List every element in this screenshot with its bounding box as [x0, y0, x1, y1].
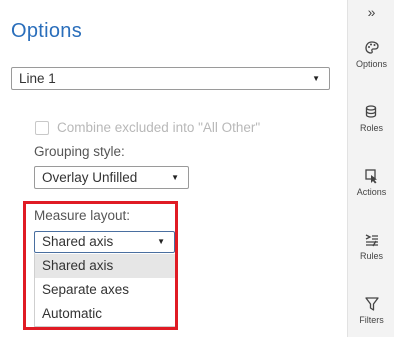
sidebar-item-actions[interactable]: Actions: [348, 168, 394, 197]
options-panel: Options Line 1 ▼ Combine excluded into "…: [0, 0, 347, 337]
highlight-box: [23, 201, 178, 330]
filter-icon: [364, 297, 379, 311]
collapse-button[interactable]: »: [348, 4, 394, 20]
sidebar-label-roles: Roles: [359, 123, 383, 133]
sidebar-label-rules: Rules: [359, 251, 383, 261]
grouping-style-value: Overlay Unfilled: [42, 170, 138, 185]
sidebar-label-actions: Actions: [356, 187, 387, 197]
grouping-style-select[interactable]: Overlay Unfilled ▼: [34, 166, 189, 189]
panel-title: Options: [11, 20, 83, 42]
sidebar-item-rules[interactable]: Rules: [348, 232, 394, 261]
palette-icon: [364, 41, 379, 54]
sidebar-label-filters: Filters: [359, 315, 384, 325]
chevron-down-icon: ▼: [171, 173, 179, 182]
combine-checkbox[interactable]: [35, 121, 49, 135]
object-select[interactable]: Line 1 ▼: [11, 67, 330, 90]
sidebar-item-roles[interactable]: Roles: [348, 104, 394, 133]
actions-icon: [364, 169, 377, 184]
right-sidebar: » Options Roles Actions Rules Filters: [347, 0, 394, 337]
sidebar-item-filters[interactable]: Filters: [348, 296, 394, 325]
sidebar-item-options[interactable]: Options: [348, 40, 394, 69]
rules-icon: [365, 234, 378, 247]
grouping-style-label: Grouping style:: [34, 144, 125, 159]
combine-label: Combine excluded into "All Other": [57, 120, 261, 135]
object-select-value: Line 1: [19, 71, 56, 86]
chevron-down-icon: ▼: [312, 74, 320, 83]
sidebar-label-options: Options: [355, 59, 388, 69]
roles-icon: [365, 105, 376, 118]
